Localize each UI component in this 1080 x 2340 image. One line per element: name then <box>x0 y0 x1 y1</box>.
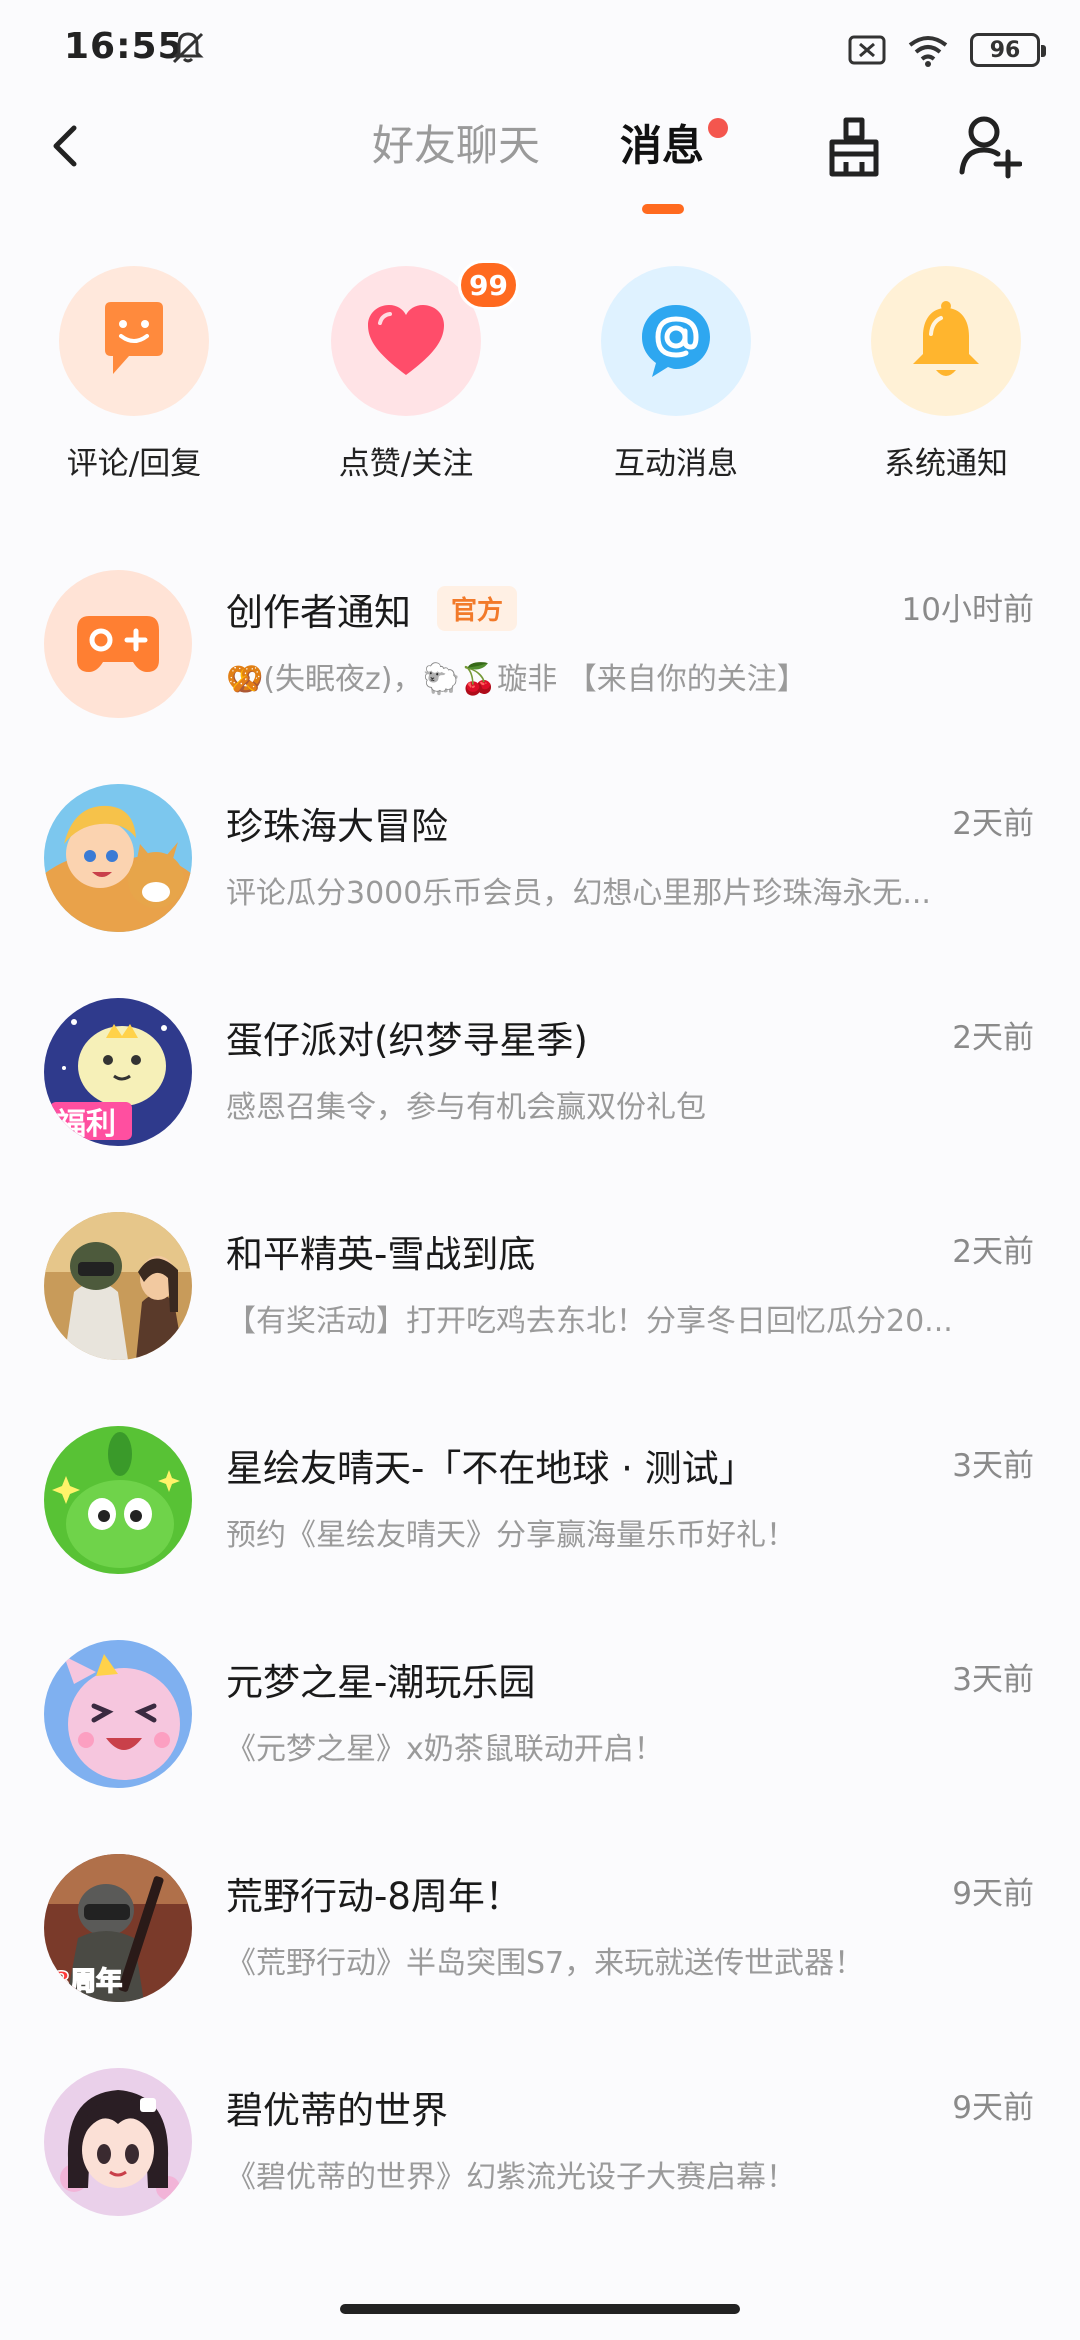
mute-bell-icon <box>172 32 204 64</box>
message-preview: 《元梦之星》x奶茶鼠联动开启！ <box>226 1732 664 1767</box>
message-time: 9天前 <box>952 2090 1034 2126</box>
game-avatar-beauty <box>44 2068 192 2216</box>
message-time: 3天前 <box>952 1662 1034 1698</box>
header: 好友聊天 消息 <box>0 96 1080 226</box>
battery-level: 96 <box>989 37 1021 63</box>
list-item-star-painting[interactable]: 星绘友晴天-「不在地球 · 测试」 3天前 预约《星绘友晴天》分享赢海量乐币好礼… <box>0 1416 1080 1616</box>
at-icon <box>601 266 751 416</box>
svg-text:福利: 福利 <box>55 1107 116 1142</box>
add-friend-icon[interactable] <box>958 112 1022 180</box>
message-time: 3天前 <box>952 1448 1034 1484</box>
chat-smile-icon <box>59 266 209 416</box>
message-time: 2天前 <box>952 1234 1034 1270</box>
message-title: 元梦之星-潮玩乐园 <box>226 1661 536 1704</box>
message-time: 2天前 <box>952 1020 1034 1056</box>
active-tab-indicator <box>642 204 684 214</box>
message-preview: 《碧优蒂的世界》幻紫流光设子大赛启幕！ <box>226 2160 796 2195</box>
list-item-knives-out[interactable]: 8周年 荒野行动-8周年！ 9天前 《荒野行动》半岛突围S7，来玩就送传世武器！ <box>0 1844 1080 2044</box>
game-avatar-knives: 8周年 <box>44 1854 192 2002</box>
status-icons: 96 <box>848 30 1046 70</box>
battery-indicator: 96 <box>970 33 1046 67</box>
message-title: 创作者通知 官方 <box>226 582 518 636</box>
message-preview: 预约《星绘友晴天》分享赢海量乐币好礼！ <box>226 1518 796 1553</box>
status-time: 16:55 <box>64 26 184 67</box>
sim-icon <box>848 35 886 65</box>
list-item-pearl-sea[interactable]: 珍珠海大冒险 2天前 评论瓜分3000乐币会员，幻想心里那片珍珠海永无... <box>0 774 1080 974</box>
game-avatar-yuanmeng <box>44 1640 192 1788</box>
list-item-yuanmeng[interactable]: 元梦之星-潮玩乐园 3天前 《元梦之星》x奶茶鼠联动开启！ <box>0 1630 1080 1830</box>
message-title: 珍珠海大冒险 <box>226 805 448 848</box>
game-avatar-pearl <box>44 784 192 932</box>
tab-messages[interactable]: 消息 <box>620 116 704 176</box>
tab-friends-chat[interactable]: 好友聊天 <box>372 116 540 176</box>
list-item-eggy-party[interactable]: 福利 蛋仔派对(织梦寻星季) 2天前 感恩召集令，参与有机会赢双份礼包 <box>0 988 1080 1188</box>
quick-label-likes: 点赞/关注 <box>338 446 474 482</box>
home-indicator[interactable] <box>340 2304 740 2314</box>
message-preview: 感恩召集令，参与有机会赢双份礼包 <box>226 1090 706 1125</box>
unread-dot <box>708 118 728 138</box>
list-item-creator-notice[interactable]: 创作者通知 官方 10小时前 🥨(失眠夜z)，🐑🍒璇非 【来自你的关注】 <box>0 560 1080 760</box>
quick-interactions[interactable]: 互动消息 <box>566 260 786 490</box>
svg-text:8周年: 8周年 <box>52 1966 122 1997</box>
list-item-peace-elite[interactable]: 和平精英-雪战到底 2天前 【有奖活动】打开吃鸡去东北！分享冬日回忆瓜分20..… <box>0 1202 1080 1402</box>
message-title: 荒野行动-8周年！ <box>226 1875 522 1918</box>
message-preview: 🥨(失眠夜z)，🐑🍒璇非 【来自你的关注】 <box>226 662 807 697</box>
message-title-text: 创作者通知 <box>226 591 411 634</box>
quick-label-interactions: 互动消息 <box>614 446 738 482</box>
message-title: 星绘友晴天-「不在地球 · 测试」 <box>226 1447 756 1490</box>
message-time: 10小时前 <box>901 592 1034 628</box>
broom-clear-icon[interactable] <box>824 114 884 180</box>
official-badge: 官方 <box>437 586 518 631</box>
game-avatar-star <box>44 1426 192 1574</box>
gamepad-avatar-icon <box>44 570 192 718</box>
quick-comments-replies[interactable]: 评论/回复 <box>24 260 244 490</box>
game-avatar-eggy: 福利 <box>44 998 192 1146</box>
list-item-beauty-world[interactable]: 碧优蒂的世界 9天前 《碧优蒂的世界》幻紫流光设子大赛启幕！ <box>0 2058 1080 2258</box>
message-preview: 评论瓜分3000乐币会员，幻想心里那片珍珠海永无... <box>226 876 931 911</box>
bell-icon <box>871 266 1021 416</box>
quick-label-comments: 评论/回复 <box>66 446 202 482</box>
back-arrow-icon[interactable] <box>40 116 90 176</box>
message-time: 9天前 <box>952 1876 1034 1912</box>
likes-count-badge: 99 <box>458 260 519 310</box>
message-preview: 《荒野行动》半岛突围S7，来玩就送传世武器！ <box>226 1946 865 1981</box>
game-avatar-peace <box>44 1212 192 1360</box>
message-title: 蛋仔派对(织梦寻星季) <box>226 1019 588 1062</box>
message-title: 和平精英-雪战到底 <box>226 1233 536 1276</box>
message-title: 碧优蒂的世界 <box>226 2089 448 2132</box>
wifi-icon <box>908 36 948 67</box>
quick-likes-follows[interactable]: 99 点赞/关注 <box>296 260 519 490</box>
quick-label-system: 系统通知 <box>884 446 1008 482</box>
quick-actions: 评论/回复 99 点赞/关注 互动消息 系统通知 <box>0 260 1080 490</box>
quick-system-notices[interactable]: 系统通知 <box>836 260 1056 490</box>
message-time: 2天前 <box>952 806 1034 842</box>
message-preview: 【有奖活动】打开吃鸡去东北！分享冬日回忆瓜分20... <box>226 1304 953 1339</box>
status-bar: 16:55 96 <box>0 0 1080 96</box>
